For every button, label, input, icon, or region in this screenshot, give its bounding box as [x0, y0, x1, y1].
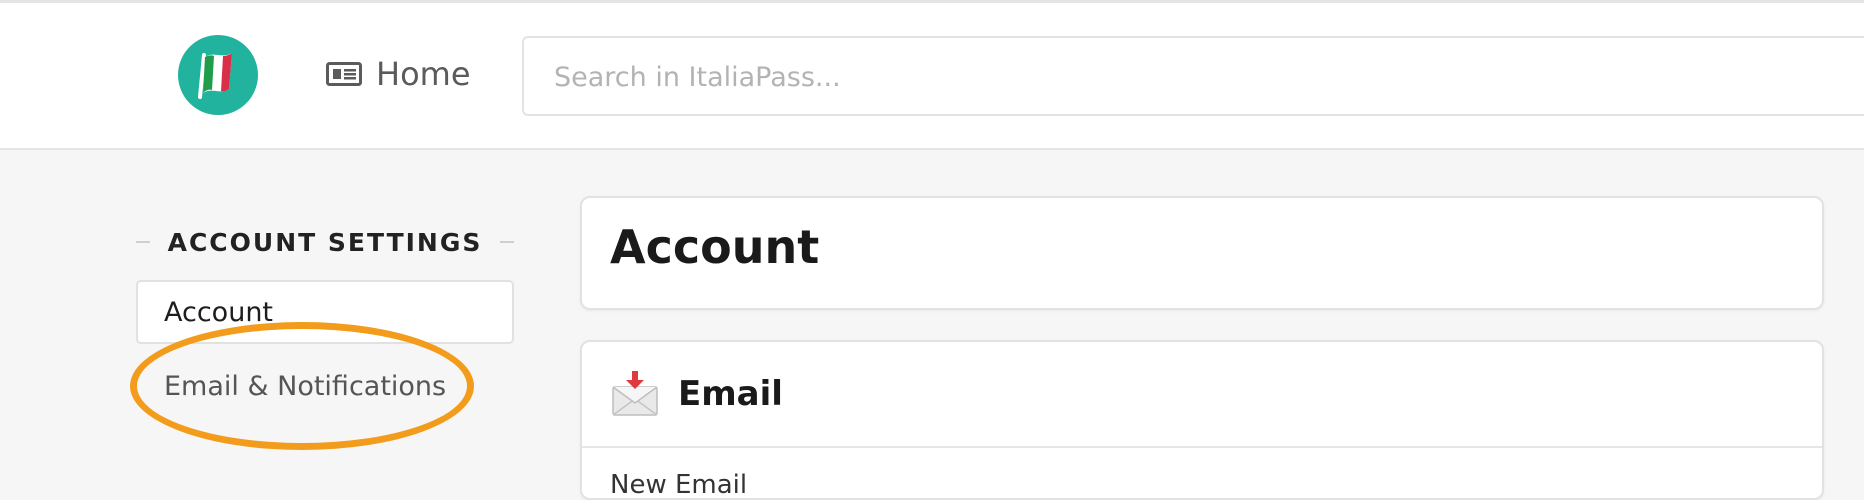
account-card: Account — [580, 196, 1824, 310]
sidebar-item-label: Email & Notifications — [164, 370, 447, 402]
sidebar-heading-text: ACCOUNT SETTINGS — [167, 227, 483, 257]
heading-divider-left — [136, 241, 150, 243]
new-email-label: New Email — [610, 470, 748, 500]
search-input[interactable] — [552, 38, 1856, 116]
heading-divider-right — [500, 241, 514, 243]
sidebar-heading: ACCOUNT SETTINGS — [136, 222, 514, 262]
email-card: Email New Email — [580, 340, 1824, 500]
newspaper-icon — [326, 62, 362, 86]
home-nav-link[interactable]: Home — [326, 53, 471, 95]
page-title: Account — [610, 220, 820, 274]
sidebar-item-label: Account — [164, 296, 274, 328]
top-navbar: Home — [0, 3, 1864, 150]
sidebar-item-email-notifications[interactable]: Email & Notifications — [136, 362, 514, 410]
incoming-envelope-icon — [610, 369, 660, 419]
search-box — [522, 36, 1864, 116]
sidebar-item-account[interactable]: Account — [136, 280, 514, 344]
italy-flag-logo-icon[interactable] — [178, 35, 258, 115]
email-card-header: Email — [582, 342, 1822, 448]
home-label: Home — [376, 55, 471, 93]
email-section-title: Email — [678, 374, 783, 414]
